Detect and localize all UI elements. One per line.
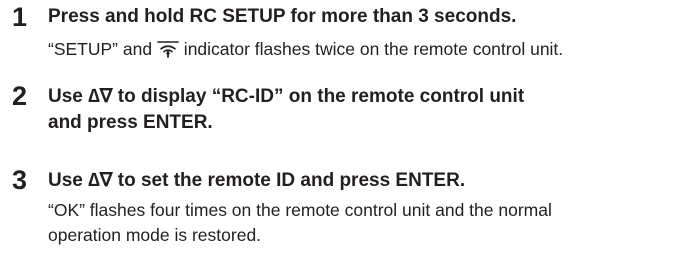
step-description: “SETUP” and indicator flashes twice on t… — [48, 37, 678, 62]
step-title-line-2: and press ENTER. — [48, 112, 213, 133]
step-title: Use ∆∇ to set the remote ID and press EN… — [48, 170, 466, 191]
step-description-line-2: operation mode is restored. — [48, 225, 262, 245]
step-title: Press and hold RC SETUP for more than 3 … — [48, 6, 517, 27]
step-number: 3 — [12, 165, 28, 195]
step-title-line-1: Use ∆∇ to display “RC-ID” on the remote … — [48, 86, 525, 107]
step-description: “OK” flashes four times on the remote co… — [48, 198, 678, 248]
description-text-end: indicator flashes twice on the remote co… — [178, 39, 564, 59]
step-title: Use ∆∇ to display “RC-ID” on the remote … — [48, 84, 678, 136]
description-text-start: “SETUP” and — [48, 39, 157, 59]
step-number: 2 — [12, 81, 28, 111]
remote-signal-indicator-icon — [157, 41, 179, 58]
step-description-line-1: “OK” flashes four times on the remote co… — [48, 200, 552, 220]
step-number: 1 — [12, 2, 28, 32]
